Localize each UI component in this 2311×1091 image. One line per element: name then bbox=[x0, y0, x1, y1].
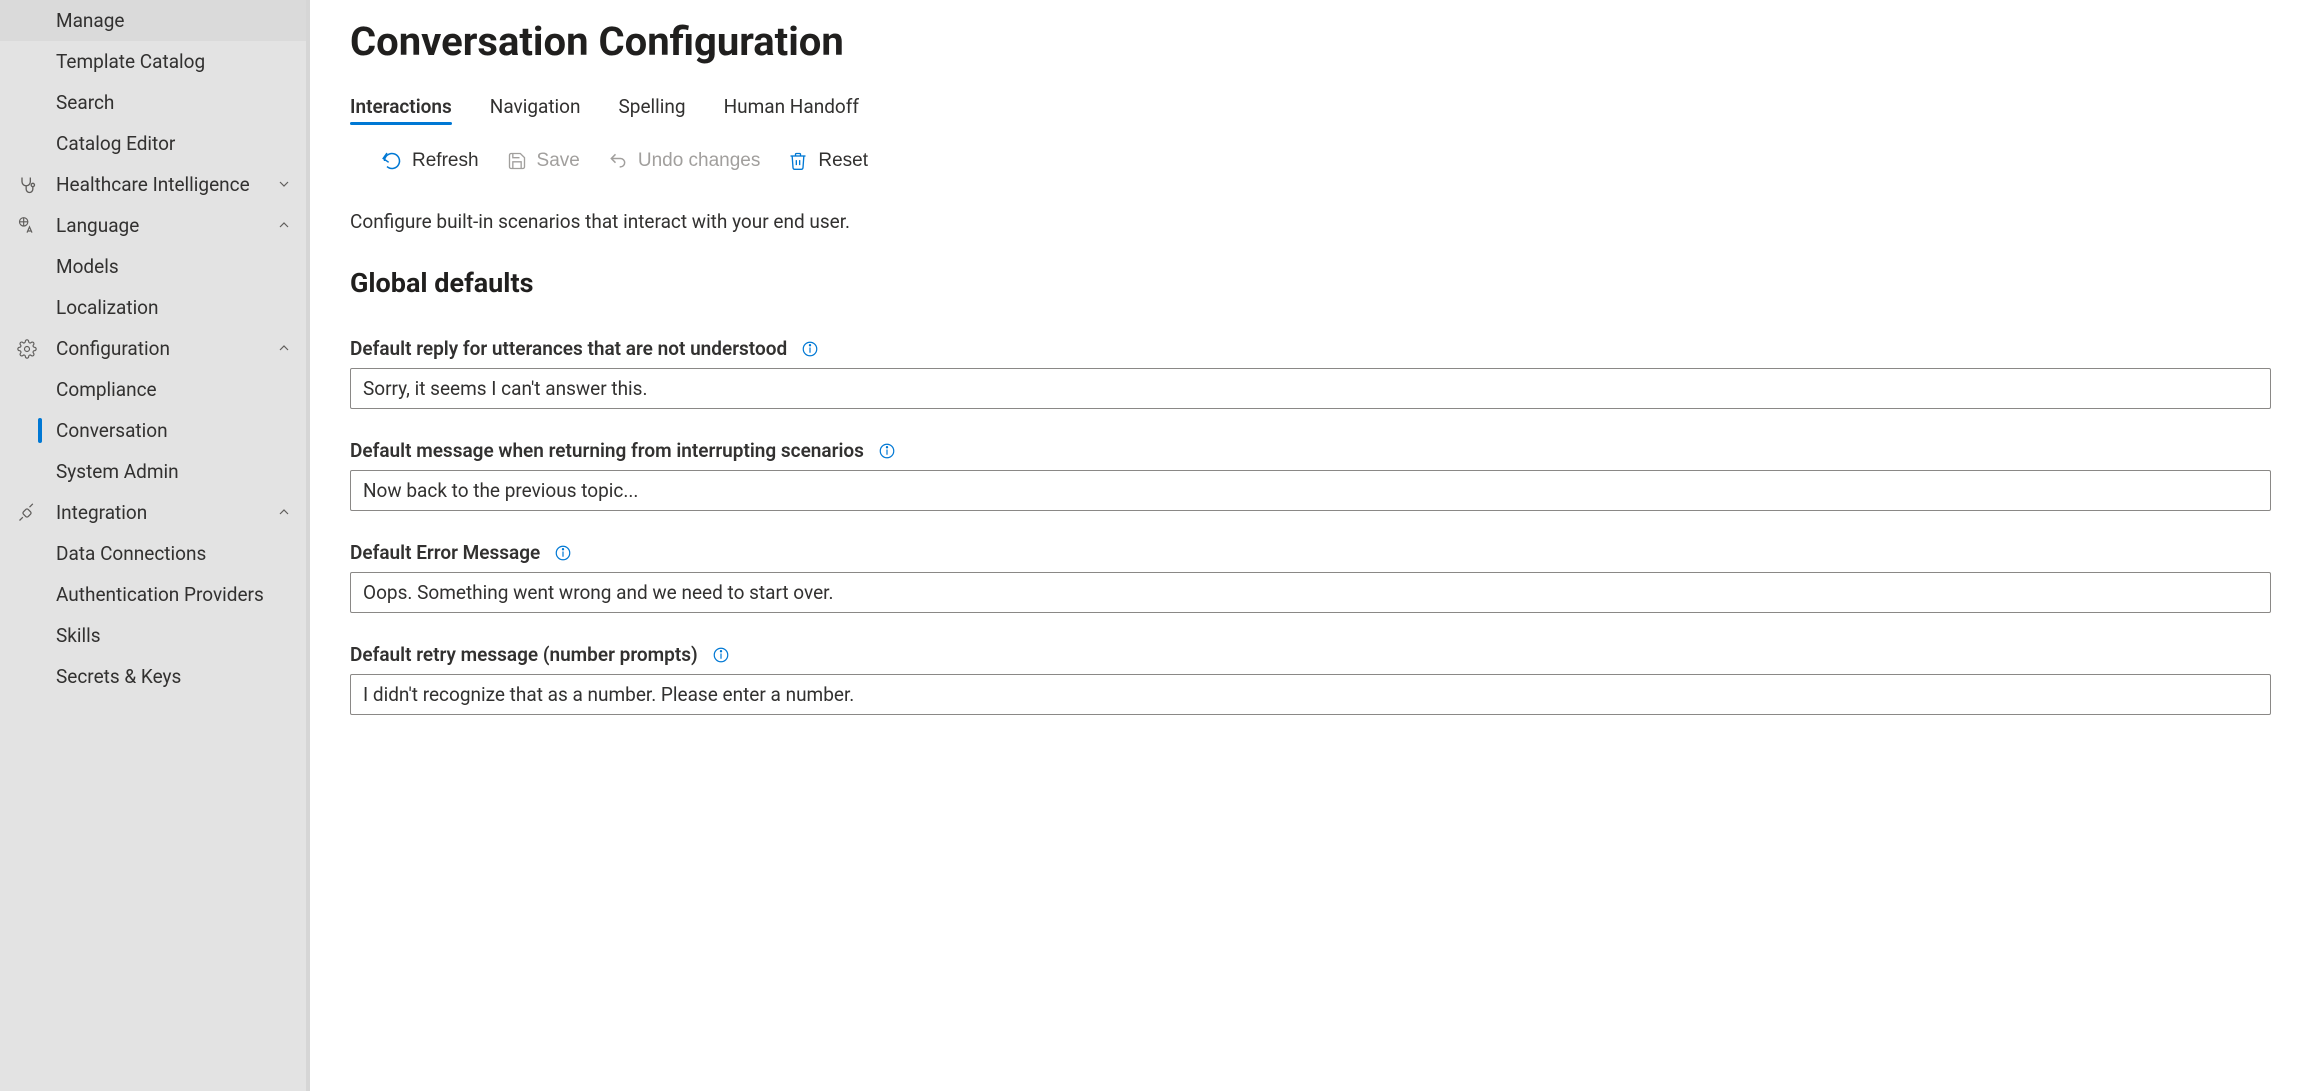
chevron-up-icon bbox=[276, 504, 294, 522]
sidebar-item-catalog-editor[interactable]: Catalog Editor bbox=[0, 123, 306, 164]
field-number-retry: Default retry message (number prompts) bbox=[350, 643, 2271, 715]
info-icon[interactable] bbox=[712, 646, 730, 664]
nav-label: System Admin bbox=[56, 460, 179, 483]
sidebar-item-localization[interactable]: Localization bbox=[0, 287, 306, 328]
tab-human-handoff[interactable]: Human Handoff bbox=[724, 95, 859, 124]
save-label: Save bbox=[537, 150, 580, 172]
default-not-understood-input[interactable] bbox=[350, 368, 2271, 409]
nav-label: Template Catalog bbox=[56, 50, 205, 73]
nav-label: Localization bbox=[56, 296, 159, 319]
main-content: Conversation Configuration Interactions … bbox=[310, 0, 2311, 1091]
number-retry-input[interactable] bbox=[350, 674, 2271, 715]
nav-label: Manage bbox=[56, 9, 125, 32]
reset-label: Reset bbox=[818, 150, 868, 172]
chevron-up-icon bbox=[276, 340, 294, 358]
nav-label: Models bbox=[56, 255, 119, 278]
sidebar-group-integration[interactable]: Integration bbox=[0, 492, 306, 533]
toolbar: Refresh Save Undo changes Reset bbox=[350, 146, 2271, 176]
sidebar-item-authentication-providers[interactable]: Authentication Providers bbox=[0, 574, 306, 615]
nav-label: Compliance bbox=[56, 378, 157, 401]
sidebar-item-compliance[interactable]: Compliance bbox=[0, 369, 306, 410]
sidebar-item-manage[interactable]: Manage bbox=[0, 0, 306, 41]
undo-button: Undo changes bbox=[604, 146, 765, 176]
info-icon[interactable] bbox=[554, 544, 572, 562]
trash-icon bbox=[788, 151, 808, 171]
returning-interrupt-input[interactable] bbox=[350, 470, 2271, 511]
field-label: Default Error Message bbox=[350, 541, 540, 564]
tab-interactions[interactable]: Interactions bbox=[350, 95, 452, 124]
info-icon[interactable] bbox=[878, 442, 896, 460]
section-heading: Global defaults bbox=[350, 267, 2271, 299]
info-icon[interactable] bbox=[801, 340, 819, 358]
sidebar-item-models[interactable]: Models bbox=[0, 246, 306, 287]
sidebar-item-system-admin[interactable]: System Admin bbox=[0, 451, 306, 492]
reset-button[interactable]: Reset bbox=[784, 146, 872, 176]
sidebar: Manage Template Catalog Search Catalog E… bbox=[0, 0, 310, 1091]
tabs: Interactions Navigation Spelling Human H… bbox=[350, 95, 2271, 124]
sidebar-item-skills[interactable]: Skills bbox=[0, 615, 306, 656]
chevron-up-icon bbox=[276, 217, 294, 235]
nav-label: Search bbox=[56, 91, 114, 114]
group-label: Integration bbox=[56, 501, 276, 524]
group-label: Language bbox=[56, 214, 276, 237]
sidebar-item-template-catalog[interactable]: Template Catalog bbox=[0, 41, 306, 82]
sidebar-item-secrets-keys[interactable]: Secrets & Keys bbox=[0, 656, 306, 697]
nav-label: Secrets & Keys bbox=[56, 665, 181, 688]
sidebar-item-data-connections[interactable]: Data Connections bbox=[0, 533, 306, 574]
save-icon bbox=[507, 151, 527, 171]
nav-label: Authentication Providers bbox=[56, 583, 264, 606]
refresh-button[interactable]: Refresh bbox=[378, 146, 483, 176]
nav-label: Catalog Editor bbox=[56, 132, 175, 155]
nav-label: Conversation bbox=[56, 419, 168, 442]
refresh-label: Refresh bbox=[412, 150, 479, 172]
sidebar-item-conversation[interactable]: Conversation bbox=[0, 410, 306, 451]
sidebar-item-search[interactable]: Search bbox=[0, 82, 306, 123]
page-title: Conversation Configuration bbox=[350, 18, 2271, 65]
field-default-not-understood: Default reply for utterances that are no… bbox=[350, 337, 2271, 409]
refresh-icon bbox=[382, 151, 402, 171]
language-icon bbox=[16, 215, 38, 237]
tab-spelling[interactable]: Spelling bbox=[619, 95, 686, 124]
stethoscope-icon bbox=[16, 174, 38, 196]
chevron-down-icon bbox=[276, 176, 294, 194]
field-label: Default reply for utterances that are no… bbox=[350, 337, 787, 360]
nav-label: Skills bbox=[56, 624, 101, 647]
undo-label: Undo changes bbox=[638, 150, 761, 172]
field-returning-interrupt: Default message when returning from inte… bbox=[350, 439, 2271, 511]
gear-icon bbox=[16, 338, 38, 360]
group-label: Healthcare Intelligence bbox=[56, 173, 276, 196]
group-label: Configuration bbox=[56, 337, 276, 360]
tab-navigation[interactable]: Navigation bbox=[490, 95, 581, 124]
save-button: Save bbox=[503, 146, 584, 176]
sidebar-group-healthcare-intelligence[interactable]: Healthcare Intelligence bbox=[0, 164, 306, 205]
sidebar-group-configuration[interactable]: Configuration bbox=[0, 328, 306, 369]
nav-label: Data Connections bbox=[56, 542, 206, 565]
undo-icon bbox=[608, 151, 628, 171]
field-default-error: Default Error Message bbox=[350, 541, 2271, 613]
sidebar-group-language[interactable]: Language bbox=[0, 205, 306, 246]
section-intro: Configure built-in scenarios that intera… bbox=[350, 210, 2271, 233]
default-error-input[interactable] bbox=[350, 572, 2271, 613]
field-label: Default message when returning from inte… bbox=[350, 439, 864, 462]
field-label: Default retry message (number prompts) bbox=[350, 643, 698, 666]
plug-icon bbox=[16, 502, 38, 524]
